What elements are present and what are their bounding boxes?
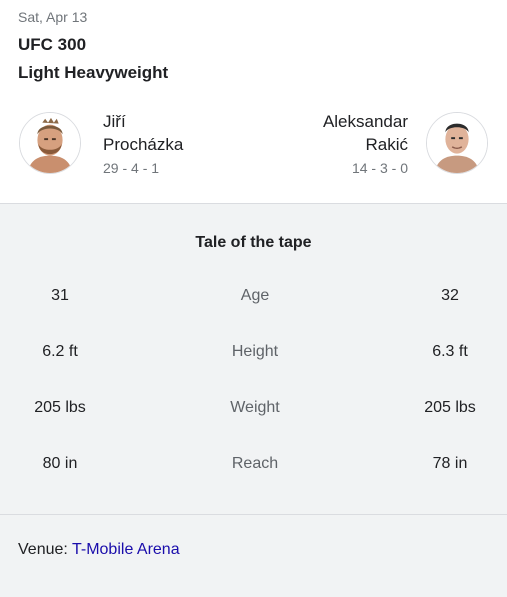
- fight-card: Sat, Apr 13 UFC 300 Light Heavyweight Ji…: [0, 0, 507, 597]
- tape-row-weight: 205 lbs Weight 205 lbs: [0, 399, 507, 423]
- tape-row-age: 31 Age 32: [0, 287, 507, 311]
- fighter-left-last-name: Procházka: [103, 135, 184, 154]
- fighter-right-last-name: Rakić: [365, 135, 408, 154]
- tape-left-value: 6.2 ft: [42, 343, 78, 360]
- tape-label: Reach: [231, 455, 279, 472]
- fighter-left-photo: [20, 113, 80, 173]
- fighter-right-name[interactable]: Aleksandar Rakić: [323, 110, 408, 156]
- tape-label: Age: [240, 287, 270, 304]
- fighter-left-first-name: Jiří: [103, 112, 126, 131]
- tape-right-value: 78 in: [432, 455, 468, 472]
- tape-label: Weight: [230, 399, 280, 416]
- tape-left-value: 31: [51, 287, 69, 304]
- fighter-right-first-name: Aleksandar: [322, 112, 408, 131]
- venue-link[interactable]: T-Mobile Arena: [72, 541, 180, 558]
- venue-label: Venue:: [18, 541, 68, 558]
- fighter-left-name[interactable]: Jiří Procházka: [103, 110, 183, 156]
- event-date: Sat, Apr 13: [18, 9, 88, 25]
- fighter-left-record: 29 - 4 - 1: [103, 160, 160, 176]
- tape-left-value: 80 in: [42, 455, 78, 472]
- fighter-left-avatar[interactable]: [19, 112, 81, 174]
- tape-right-value: 32: [441, 287, 459, 304]
- tape-title: Tale of the tape: [195, 234, 312, 251]
- fighter-right-avatar[interactable]: [426, 112, 488, 174]
- tape-label: Height: [231, 343, 279, 360]
- tale-of-the-tape: Tale of the tape 31 Age 32 6.2 ft Height…: [0, 203, 507, 597]
- fight-header: Sat, Apr 13 UFC 300 Light Heavyweight Ji…: [0, 0, 507, 203]
- tape-row-height: 6.2 ft Height 6.3 ft: [0, 343, 507, 367]
- weight-division: Light Heavyweight: [18, 63, 169, 82]
- fighter-right-photo: [427, 113, 487, 173]
- tape-right-value: 6.3 ft: [432, 343, 468, 360]
- section-divider: [0, 514, 507, 515]
- tape-right-value: 205 lbs: [424, 399, 476, 416]
- venue-line: Venue: T-Mobile Arena: [18, 541, 180, 559]
- tape-left-value: 205 lbs: [34, 399, 86, 416]
- fighter-right-record: 14 - 3 - 0: [351, 160, 408, 176]
- event-name: UFC 300: [18, 35, 87, 54]
- tape-row-reach: 80 in Reach 78 in: [0, 455, 507, 479]
